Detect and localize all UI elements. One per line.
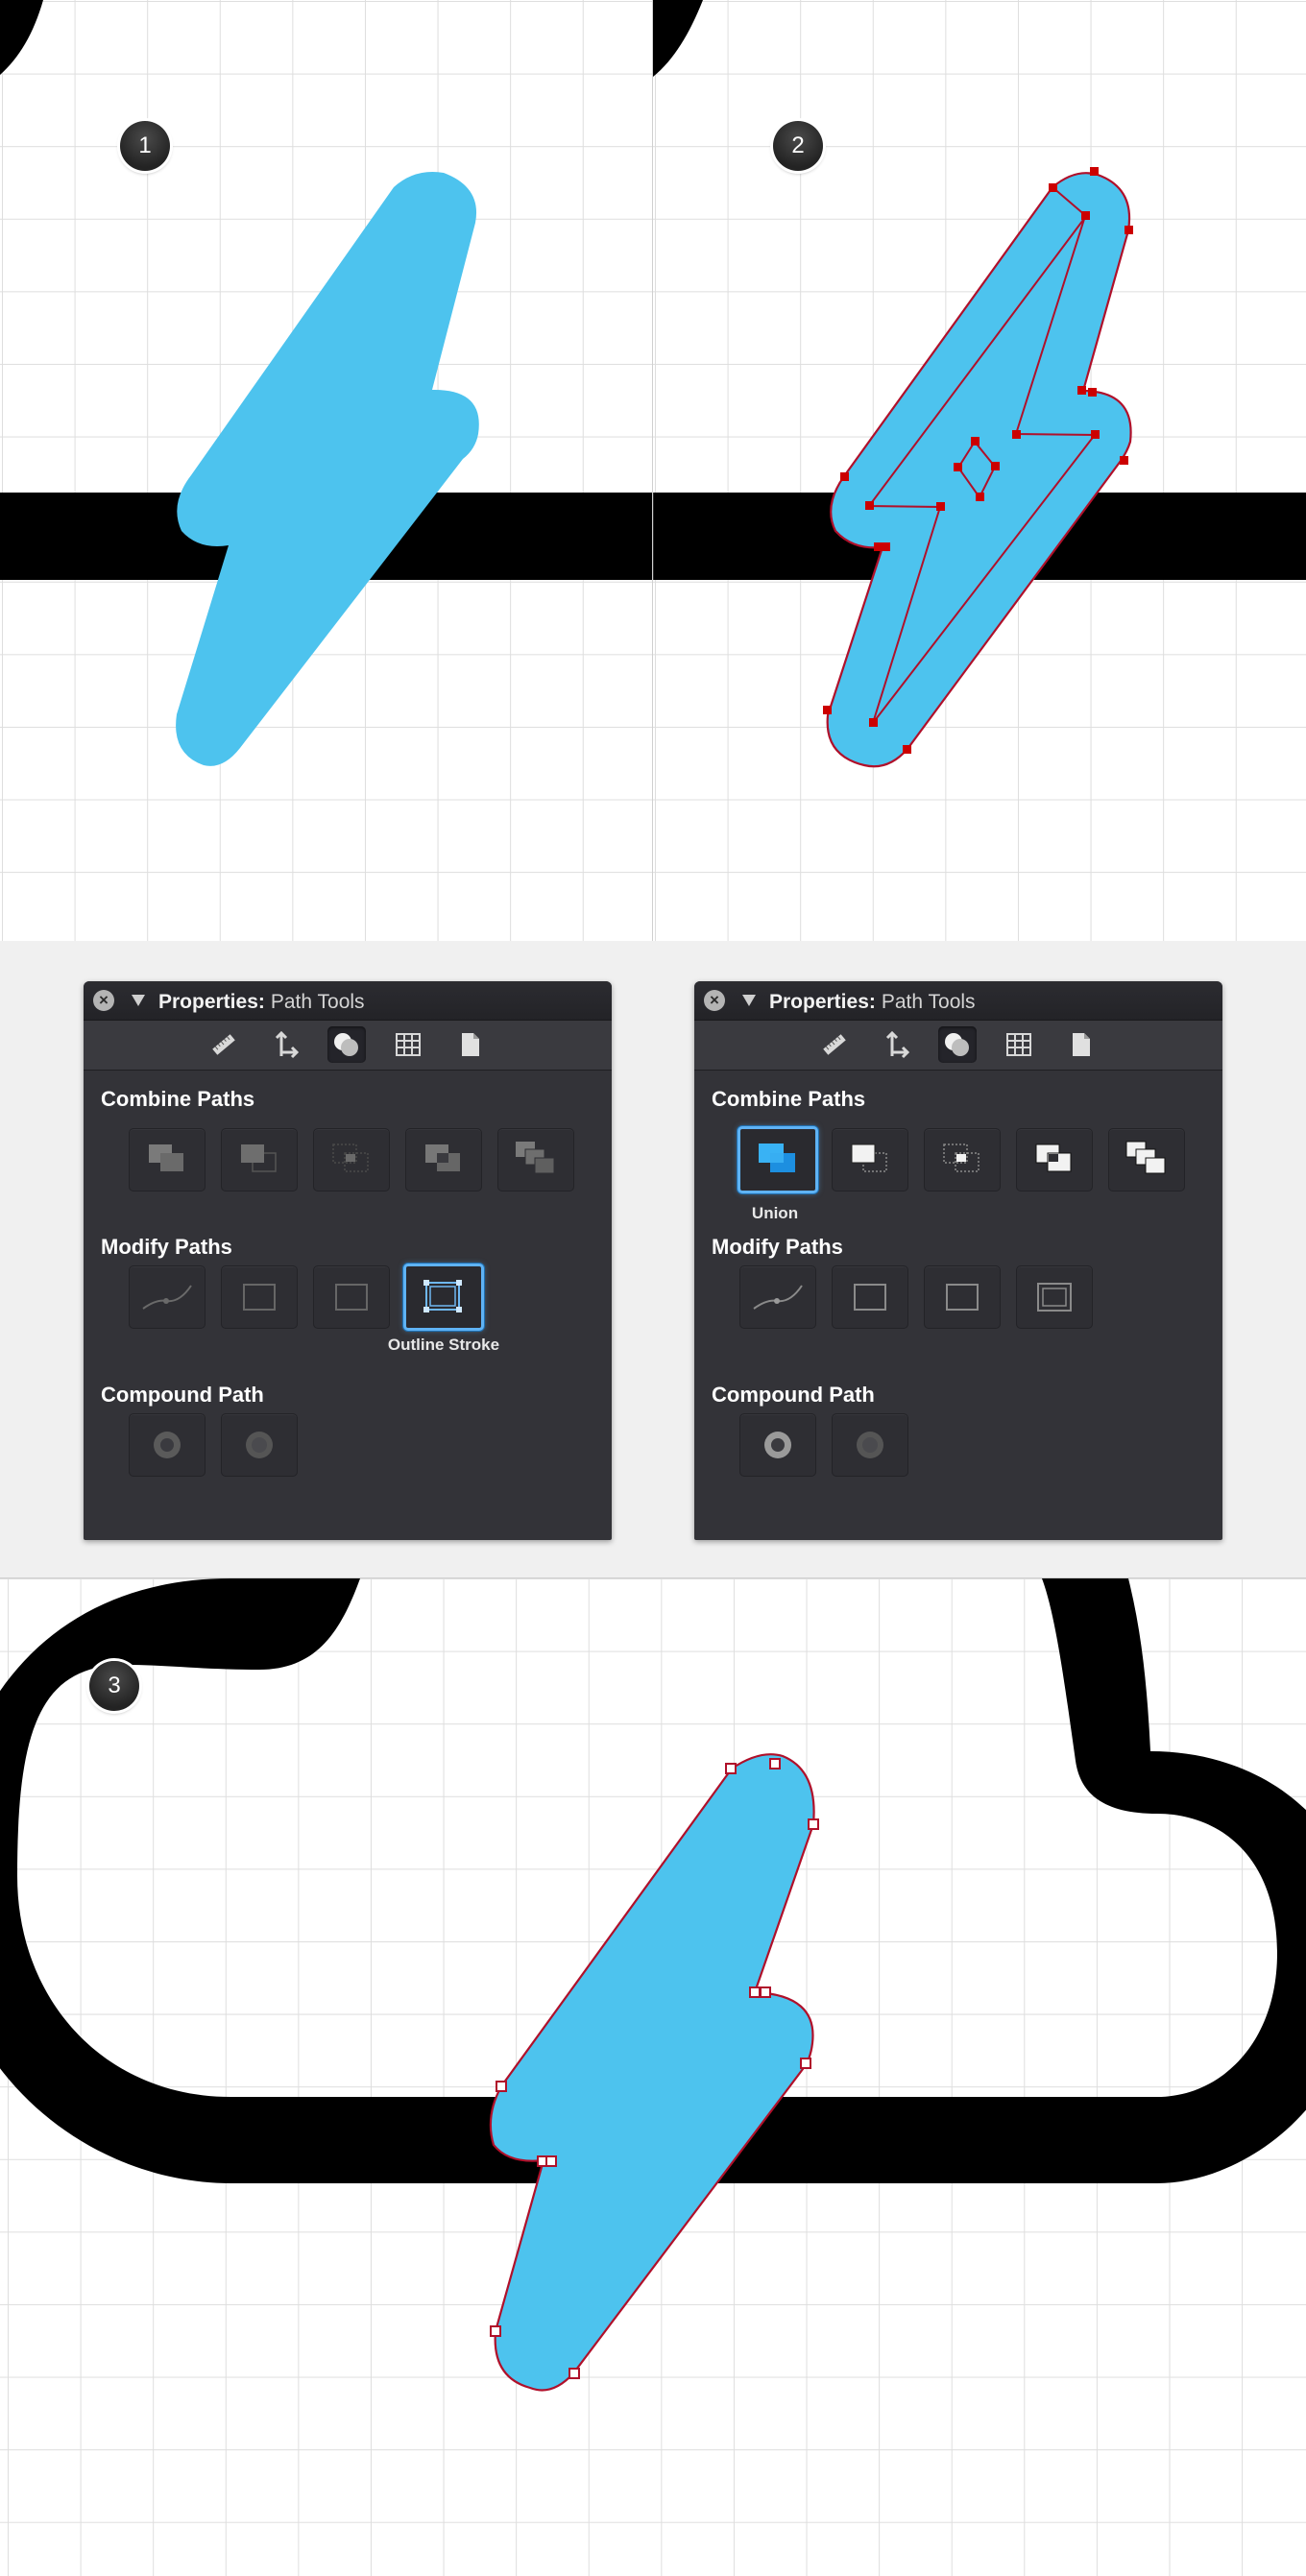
outline-stroke-caption: Outline Stroke bbox=[387, 1336, 500, 1354]
close-icon[interactable]: × bbox=[93, 990, 114, 1011]
step-1-artwork bbox=[0, 0, 652, 766]
simplify-path-button[interactable] bbox=[739, 1265, 816, 1329]
combine-paths-label: Combine Paths bbox=[712, 1087, 866, 1111]
panel-title-name: Path Tools bbox=[881, 991, 976, 1013]
panel-tab-row bbox=[84, 1021, 612, 1071]
subtract-button[interactable] bbox=[221, 1128, 298, 1192]
simplify-path-button[interactable] bbox=[129, 1265, 206, 1329]
release-compound-path-button[interactable] bbox=[832, 1413, 908, 1477]
canvas-step-3: 3 bbox=[0, 1578, 1306, 2576]
document-icon[interactable] bbox=[1061, 1026, 1100, 1063]
intersect-button[interactable] bbox=[313, 1128, 390, 1192]
panel-title-bold: Properties: bbox=[158, 991, 265, 1013]
path-tools-icon[interactable] bbox=[938, 1026, 977, 1063]
offset-path-button[interactable] bbox=[832, 1265, 908, 1329]
document-icon[interactable] bbox=[450, 1026, 489, 1063]
offset-path-button[interactable] bbox=[221, 1265, 298, 1329]
step-badge-1: 1 bbox=[120, 121, 170, 171]
disclosure-triangle-icon[interactable] bbox=[132, 995, 145, 1006]
path-tools-icon[interactable] bbox=[327, 1026, 366, 1063]
ruler-icon[interactable] bbox=[815, 1026, 854, 1063]
step-3-artwork bbox=[0, 1578, 1306, 2392]
transform-icon[interactable] bbox=[266, 1026, 304, 1063]
combine-paths-label: Combine Paths bbox=[101, 1087, 255, 1111]
grid-icon[interactable] bbox=[1000, 1026, 1038, 1063]
outline-stroke-button[interactable] bbox=[403, 1264, 484, 1331]
release-compound-path-button[interactable] bbox=[221, 1413, 298, 1477]
step-badge-2: 2 bbox=[773, 121, 823, 171]
intersect-button[interactable] bbox=[924, 1128, 1001, 1192]
expand-path-button[interactable] bbox=[313, 1265, 390, 1329]
lightning-bolt[interactable] bbox=[176, 172, 479, 766]
panel-tab-row bbox=[694, 1021, 1222, 1071]
cloud-stroke-fragment bbox=[653, 0, 703, 77]
divide-button[interactable] bbox=[497, 1128, 574, 1192]
subtract-button[interactable] bbox=[832, 1128, 908, 1192]
divide-button[interactable] bbox=[1108, 1128, 1185, 1192]
step-badge-3: 3 bbox=[89, 1661, 139, 1711]
properties-panel-right: × Properties: Path Tools Combine Paths U… bbox=[694, 981, 1222, 1540]
disclosure-triangle-icon[interactable] bbox=[742, 995, 756, 1006]
canvas-step-1: 1 bbox=[0, 0, 652, 941]
modify-paths-label: Modify Paths bbox=[101, 1235, 232, 1259]
exclude-button[interactable] bbox=[1016, 1128, 1093, 1192]
union-caption: Union bbox=[751, 1204, 799, 1222]
compound-path-label: Compound Path bbox=[101, 1383, 264, 1407]
modify-paths-label: Modify Paths bbox=[712, 1235, 843, 1259]
cloud-stroke-fragment bbox=[0, 0, 43, 75]
make-compound-path-button[interactable] bbox=[739, 1413, 816, 1477]
panel-title-bold: Properties: bbox=[769, 991, 876, 1013]
make-compound-path-button[interactable] bbox=[129, 1413, 206, 1477]
lightning-bolt-united[interactable] bbox=[489, 1753, 815, 2392]
panel-title-name: Path Tools bbox=[270, 991, 365, 1013]
ruler-icon[interactable] bbox=[205, 1026, 243, 1063]
close-icon[interactable]: × bbox=[704, 990, 725, 1011]
expand-path-button[interactable] bbox=[924, 1265, 1001, 1329]
grid-icon[interactable] bbox=[389, 1026, 427, 1063]
exclude-button[interactable] bbox=[405, 1128, 482, 1192]
union-button[interactable] bbox=[738, 1126, 818, 1193]
compound-path-label: Compound Path bbox=[712, 1383, 875, 1407]
step-2-artwork bbox=[653, 0, 1306, 768]
transform-icon[interactable] bbox=[877, 1026, 915, 1063]
canvas-step-2: 2 bbox=[653, 0, 1306, 941]
band-divider-bottom bbox=[0, 1577, 1306, 1578]
outline-stroke-button[interactable] bbox=[1016, 1265, 1093, 1329]
panel-titlebar: × Properties: Path Tools bbox=[694, 981, 1222, 1021]
properties-panel-left: × Properties: Path Tools Combine Paths M… bbox=[84, 981, 612, 1540]
panel-titlebar: × Properties: Path Tools bbox=[84, 981, 612, 1021]
panel-title: Properties: Path Tools bbox=[158, 991, 365, 1014]
properties-panels-area: × Properties: Path Tools Combine Paths M… bbox=[0, 941, 1306, 1578]
lightning-bolt-selected[interactable] bbox=[826, 172, 1132, 768]
panel-title: Properties: Path Tools bbox=[769, 991, 976, 1014]
union-button[interactable] bbox=[129, 1128, 206, 1192]
